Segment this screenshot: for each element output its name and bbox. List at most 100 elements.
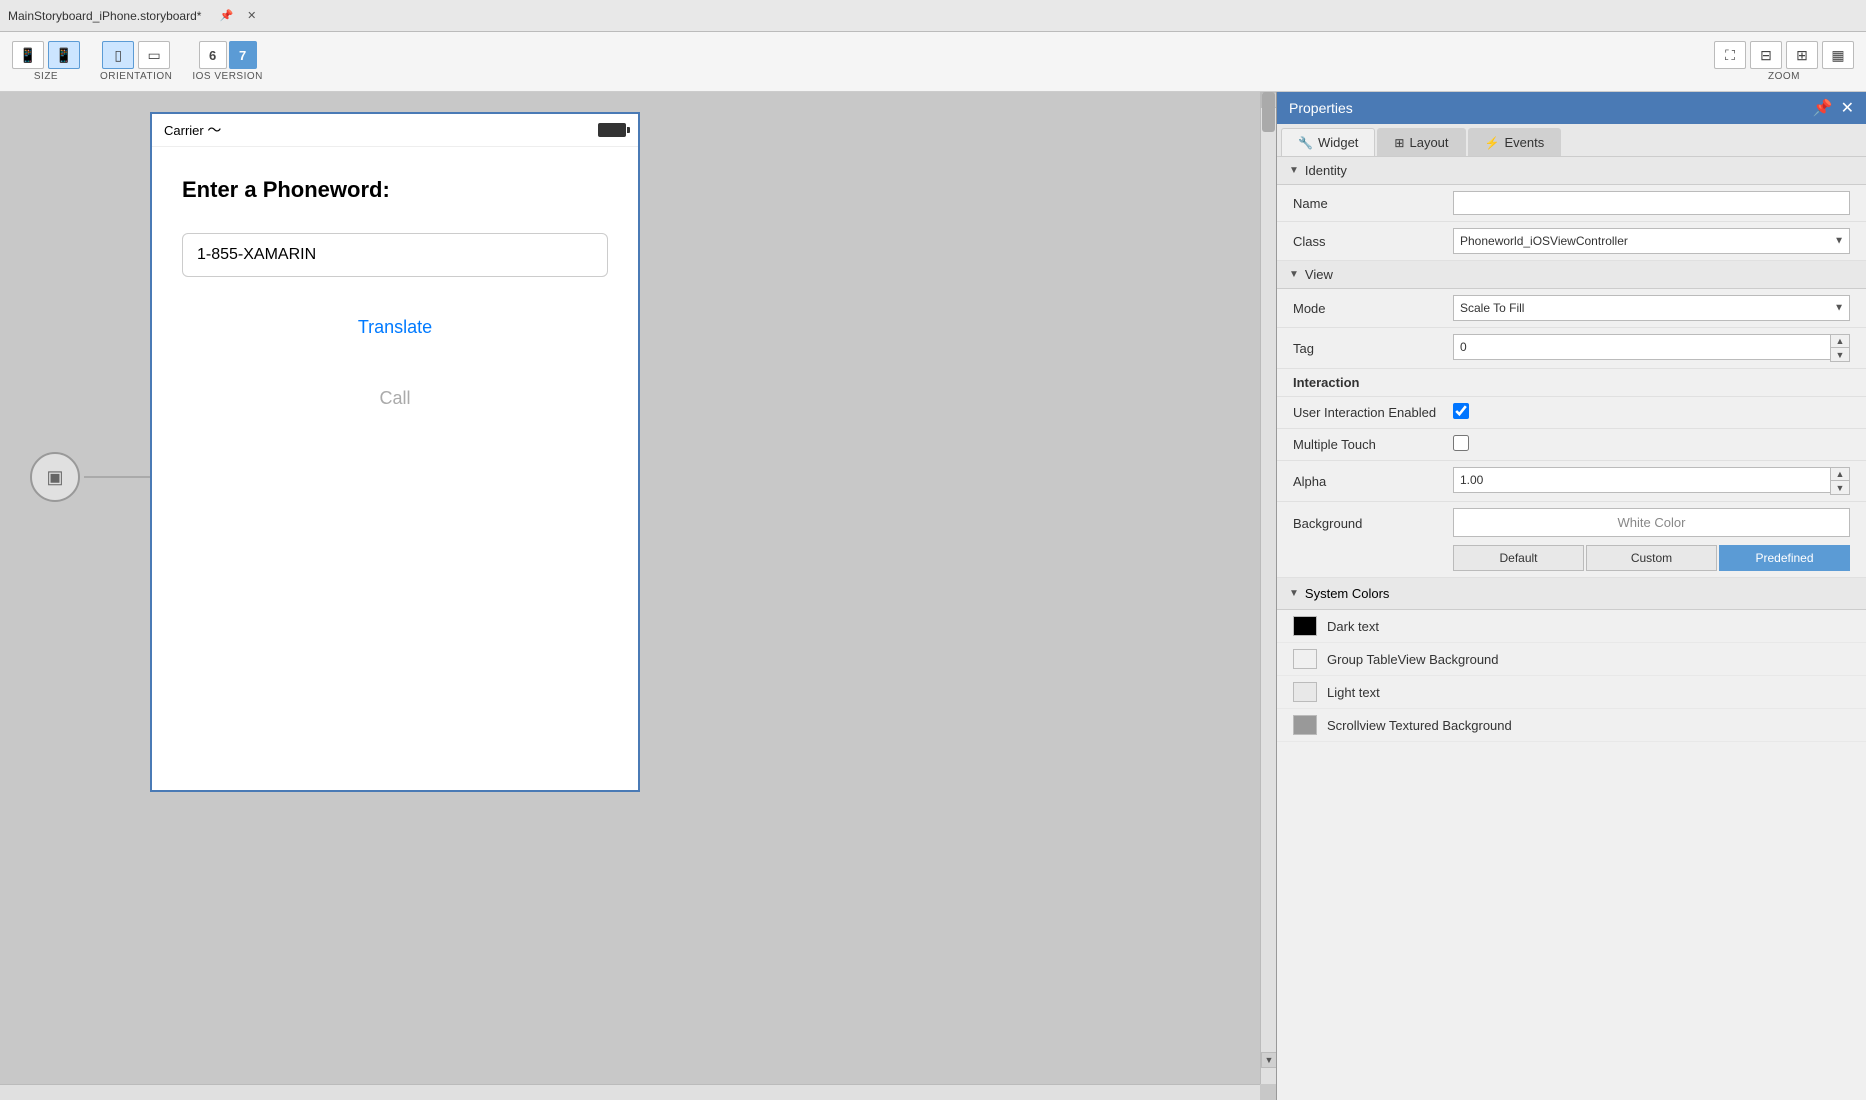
- size-icons: 📱 📱: [12, 41, 80, 69]
- filename-label: MainStoryboard_iPhone.storyboard*: [8, 9, 201, 23]
- iphone-container: Carrier 〜 Enter a Phoneword: Translate C…: [150, 112, 640, 792]
- pin-panel-button[interactable]: 📌: [1813, 98, 1833, 118]
- predefined-color-button[interactable]: Predefined: [1719, 545, 1850, 571]
- ios-version-group: 6 7 iOS VERSION: [192, 41, 263, 82]
- tag-spinner-down[interactable]: ▼: [1831, 348, 1849, 361]
- translate-button[interactable]: Translate: [182, 307, 608, 348]
- layout-tab-icon: ⊞: [1394, 136, 1404, 150]
- scroll-down-arrow[interactable]: ▼: [1261, 1052, 1276, 1068]
- user-interaction-label: User Interaction Enabled: [1293, 405, 1453, 420]
- properties-title: Properties: [1289, 100, 1353, 116]
- alpha-spinner-down[interactable]: ▼: [1831, 481, 1849, 494]
- zoom-in[interactable]: ⊞: [1786, 41, 1818, 69]
- background-buttons-wrapper: Default Custom Predefined: [1293, 545, 1850, 571]
- default-color-button[interactable]: Default: [1453, 545, 1584, 571]
- size-icon-tablet[interactable]: 📱: [48, 41, 80, 69]
- horizontal-scrollbar[interactable]: [0, 1084, 1260, 1100]
- user-interaction-value: [1453, 403, 1850, 422]
- background-value: White Color: [1453, 508, 1850, 539]
- view-section-header: ▼ View: [1277, 261, 1866, 289]
- title-bar: MainStoryboard_iPhone.storyboard* 📌 ✕: [0, 0, 1866, 32]
- alpha-spinner-up[interactable]: ▲: [1831, 468, 1849, 481]
- scroll-thumb[interactable]: [1262, 92, 1275, 132]
- tag-spinner-up[interactable]: ▲: [1831, 335, 1849, 348]
- light-text-label: Light text: [1327, 685, 1380, 700]
- mode-row: Mode Scale To Fill ▼: [1277, 289, 1866, 328]
- alpha-spinner-group: ▲ ▼: [1453, 467, 1850, 495]
- tag-spinner-buttons: ▲ ▼: [1830, 334, 1850, 362]
- color-item-light-text[interactable]: Light text: [1277, 676, 1866, 709]
- properties-panel: Properties 📌 ✕ 🔧 Widget ⊞ Layout ⚡ Event…: [1276, 92, 1866, 1100]
- system-colors-collapse-icon[interactable]: ▼: [1289, 588, 1299, 599]
- color-item-group-tableview[interactable]: Group TableView Background: [1277, 643, 1866, 676]
- size-icon-phone[interactable]: 📱: [12, 41, 44, 69]
- tag-row: Tag ▲ ▼: [1277, 328, 1866, 369]
- version-btn-7[interactable]: 7: [229, 41, 257, 69]
- zoom-grid[interactable]: ▦: [1822, 41, 1854, 69]
- alpha-input[interactable]: [1453, 467, 1830, 493]
- multiple-touch-checkbox[interactable]: [1453, 435, 1469, 451]
- orientation-landscape[interactable]: ▭: [138, 41, 170, 69]
- size-label: SIZE: [34, 71, 58, 82]
- custom-color-button[interactable]: Custom: [1586, 545, 1717, 571]
- name-input[interactable]: [1453, 191, 1850, 215]
- interaction-header: Interaction: [1277, 369, 1866, 397]
- orientation-group: ▯ ▭ ORIENTATION: [100, 41, 172, 82]
- mode-select[interactable]: Scale To Fill: [1453, 295, 1850, 321]
- dark-text-label: Dark text: [1327, 619, 1379, 634]
- tag-spinner-group: ▲ ▼: [1453, 334, 1850, 362]
- tab-widget[interactable]: 🔧 Widget: [1281, 128, 1375, 156]
- background-row: Background White Color Default Custom Pr…: [1277, 502, 1866, 578]
- iphone-frame: Carrier 〜 Enter a Phoneword: Translate C…: [150, 112, 640, 792]
- size-group: 📱 📱 SIZE: [12, 41, 80, 82]
- user-interaction-checkbox[interactable]: [1453, 403, 1469, 419]
- orientation-portrait[interactable]: ▯: [102, 41, 134, 69]
- version-buttons: 6 7: [199, 41, 257, 69]
- phoneword-input[interactable]: [182, 233, 608, 277]
- name-row: Name: [1277, 185, 1866, 222]
- class-row: Class Phoneworld_iOSViewController ▼: [1277, 222, 1866, 261]
- name-value: [1453, 191, 1850, 215]
- mode-select-wrapper: Scale To Fill ▼: [1453, 295, 1850, 321]
- vertical-scrollbar[interactable]: ▲ ▼: [1260, 92, 1276, 1084]
- tab-events[interactable]: ⚡ Events: [1468, 128, 1562, 156]
- class-select[interactable]: Phoneworld_iOSViewController: [1453, 228, 1850, 254]
- close-panel-button[interactable]: ✕: [1841, 98, 1854, 118]
- class-label: Class: [1293, 234, 1453, 249]
- properties-header: Properties 📌 ✕: [1277, 92, 1866, 124]
- close-button[interactable]: ✕: [243, 9, 260, 22]
- widget-tab-icon: 🔧: [1298, 136, 1313, 150]
- multiple-touch-row: Multiple Touch: [1277, 429, 1866, 461]
- main-area: ▣ Carrier 〜 Enter a Phoneword: Translate…: [0, 92, 1866, 1100]
- view-collapse-icon[interactable]: ▼: [1289, 269, 1299, 280]
- alpha-spinner-buttons: ▲ ▼: [1830, 467, 1850, 495]
- background-color-display: White Color: [1453, 508, 1850, 537]
- iphone-content: Enter a Phoneword: Translate Call: [152, 147, 638, 449]
- layout-tab-label: Layout: [1409, 135, 1448, 150]
- group-tableview-label: Group TableView Background: [1327, 652, 1499, 667]
- identity-section-label: Identity: [1305, 163, 1347, 178]
- tab-layout[interactable]: ⊞ Layout: [1377, 128, 1465, 156]
- color-item-scrollview[interactable]: Scrollview Textured Background: [1277, 709, 1866, 742]
- zoom-icons: ⛶ ⊟ ⊞ ▦: [1714, 41, 1854, 69]
- light-text-swatch: [1293, 682, 1317, 702]
- alpha-row: Alpha ▲ ▼: [1277, 461, 1866, 502]
- group-tableview-swatch: [1293, 649, 1317, 669]
- multiple-touch-label: Multiple Touch: [1293, 437, 1453, 452]
- zoom-out[interactable]: ⊟: [1750, 41, 1782, 69]
- view-section-label: View: [1305, 267, 1333, 282]
- version-btn-6[interactable]: 6: [199, 41, 227, 69]
- phoneword-title: Enter a Phoneword:: [182, 177, 608, 203]
- canvas-area: ▣ Carrier 〜 Enter a Phoneword: Translate…: [0, 92, 1276, 1100]
- zoom-fit[interactable]: ⛶: [1714, 41, 1746, 69]
- toolbar: 📱 📱 SIZE ▯ ▭ ORIENTATION 6 7 iOS VERSION…: [0, 32, 1866, 92]
- zoom-group: ⛶ ⊟ ⊞ ▦ ZOOM: [1714, 41, 1854, 82]
- carrier-label: Carrier 〜: [164, 120, 221, 140]
- system-colors-label: System Colors: [1305, 586, 1390, 601]
- call-button[interactable]: Call: [182, 378, 608, 419]
- identity-collapse-icon[interactable]: ▼: [1289, 165, 1299, 176]
- pin-button[interactable]: 📌: [215, 9, 237, 22]
- events-tab-icon: ⚡: [1485, 136, 1500, 150]
- tag-input[interactable]: [1453, 334, 1830, 360]
- color-item-dark-text[interactable]: Dark text: [1277, 610, 1866, 643]
